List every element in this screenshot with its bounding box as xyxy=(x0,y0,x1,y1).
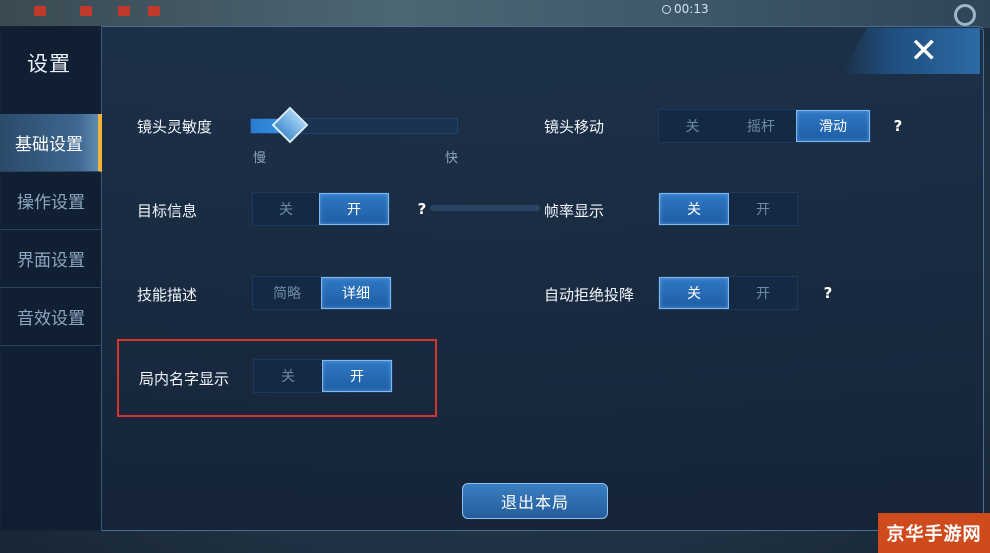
close-icon: ✕ xyxy=(909,31,939,71)
fps-display-option-on[interactable]: 开 xyxy=(729,193,797,225)
name-display-toggle: 关 开 xyxy=(253,359,393,393)
skill-description-option-brief[interactable]: 简略 xyxy=(253,277,321,309)
target-info-option-off[interactable]: 关 xyxy=(253,193,319,225)
target-info-label: 目标信息 xyxy=(137,202,198,220)
target-info-option-on[interactable]: 开 xyxy=(319,193,389,225)
tab-control-settings[interactable]: 操作设置 xyxy=(0,172,102,230)
skill-description-option-detailed[interactable]: 详细 xyxy=(321,277,391,309)
panel-title: 设置 xyxy=(27,52,71,76)
auto-reject-option-on[interactable]: 开 xyxy=(729,277,797,309)
camera-move-option-swipe[interactable]: 滑动 xyxy=(796,110,870,142)
hud-indicator xyxy=(148,6,160,16)
skill-description-toggle: 简略 详细 xyxy=(252,276,392,310)
fps-display-label: 帧率显示 xyxy=(544,202,605,220)
skill-description-label: 技能描述 xyxy=(137,286,198,304)
camera-move-option-off[interactable]: 关 xyxy=(659,110,726,142)
slider-min-label: 慢 xyxy=(253,151,267,166)
help-icon[interactable]: ? xyxy=(886,114,910,138)
exit-match-button[interactable]: 退出本局 xyxy=(462,483,608,519)
match-timer: 00:13 xyxy=(662,2,709,16)
hud-indicator xyxy=(34,6,46,16)
camera-move-label: 镜头移动 xyxy=(544,118,605,136)
target-info-toggle: 关 开 xyxy=(252,192,390,226)
name-display-option-on[interactable]: 开 xyxy=(322,360,392,392)
slider-max-label: 快 xyxy=(445,151,459,166)
name-display-option-off[interactable]: 关 xyxy=(254,360,322,392)
tab-interface-settings[interactable]: 界面设置 xyxy=(0,230,102,288)
hud-indicator xyxy=(118,6,130,16)
name-display-label: 局内名字显示 xyxy=(139,370,230,388)
help-icon[interactable]: ? xyxy=(816,281,840,305)
settings-panel xyxy=(0,26,984,531)
camera-move-option-joystick[interactable]: 摇杆 xyxy=(726,110,796,142)
site-watermark: 京华手游网 xyxy=(878,513,990,553)
camera-move-toggle: 关 摇杆 滑动 xyxy=(658,109,871,143)
camera-sensitivity-label: 镜头灵敏度 xyxy=(137,118,213,136)
fps-display-toggle: 关 开 xyxy=(658,192,798,226)
auto-reject-surrender-label: 自动拒绝投降 xyxy=(544,286,635,304)
auto-reject-option-off[interactable]: 关 xyxy=(659,277,729,309)
hud-indicator xyxy=(80,6,92,16)
background-bar xyxy=(430,205,540,211)
auto-reject-surrender-toggle: 关 开 xyxy=(658,276,798,310)
tab-sound-settings[interactable]: 音效设置 xyxy=(0,288,102,346)
tab-basic-settings[interactable]: 基础设置 xyxy=(0,114,102,172)
fps-display-option-off[interactable]: 关 xyxy=(659,193,729,225)
gear-icon xyxy=(954,4,976,26)
clock-icon xyxy=(662,5,671,14)
